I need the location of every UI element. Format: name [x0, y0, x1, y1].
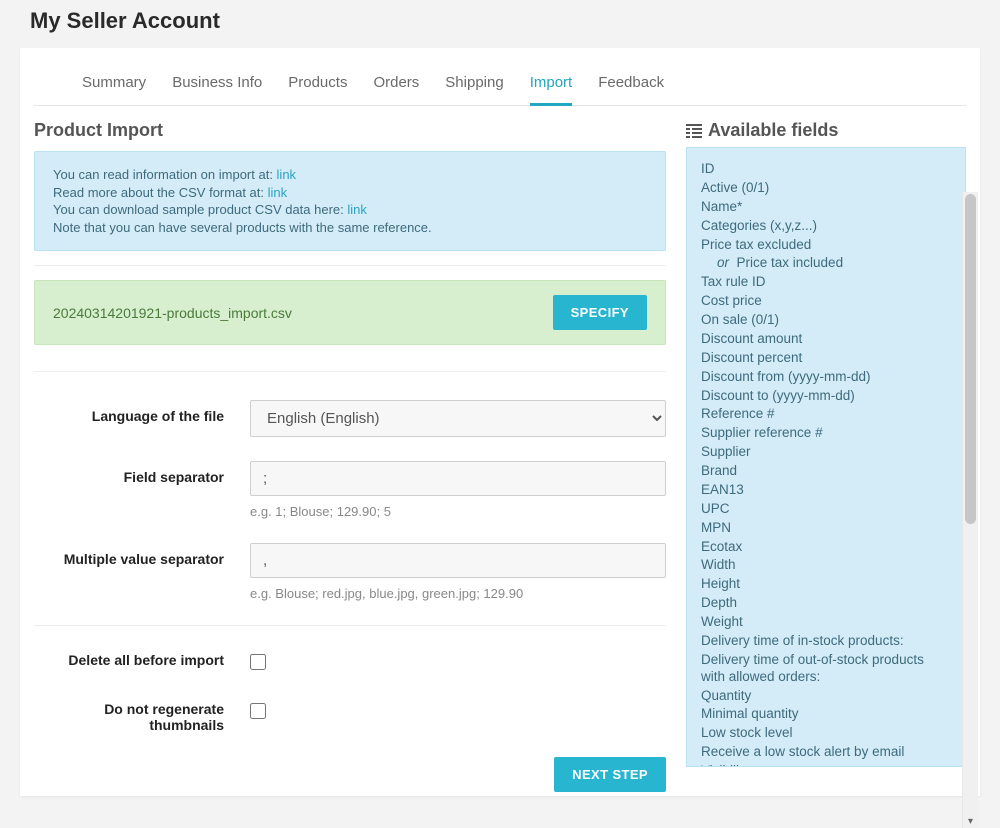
tab-shipping[interactable]: Shipping — [445, 74, 503, 105]
available-field-item: Weight — [701, 613, 951, 632]
available-field-item: Reference # — [701, 405, 951, 424]
tab-import[interactable]: Import — [530, 74, 573, 106]
info-line-1: You can read information on import at: — [53, 167, 277, 182]
available-field-item: UPC — [701, 500, 951, 519]
tab-products[interactable]: Products — [288, 74, 347, 105]
available-field-item: Visibility — [701, 762, 951, 767]
multi-separator-input[interactable] — [250, 543, 666, 578]
available-field-item: Low stock level — [701, 724, 951, 743]
multi-separator-hint: e.g. Blouse; red.jpg, blue.jpg, green.jp… — [250, 586, 666, 601]
available-field-item: Ecotax — [701, 538, 951, 557]
uploaded-file-row: 20240314201921-products_import.csv SPECI… — [34, 280, 666, 345]
language-label: Language of the file — [34, 400, 250, 424]
info-line-4: Note that you can have several products … — [53, 219, 647, 237]
available-field-item: Name* — [701, 198, 951, 217]
available-fields-box: IDActive (0/1)Name*Categories (x,y,z...)… — [686, 147, 966, 767]
list-icon — [686, 123, 702, 139]
available-field-item: Supplier reference # — [701, 424, 951, 443]
available-field-item: EAN13 — [701, 481, 951, 500]
scrollbar-thumb[interactable] — [965, 194, 976, 524]
info-line-3: You can download sample product CSV data… — [53, 202, 347, 217]
available-fields-title: Available fields — [686, 120, 966, 141]
available-field-item: Width — [701, 556, 951, 575]
field-separator-input[interactable] — [250, 461, 666, 496]
next-step-button[interactable]: NEXT STEP — [554, 757, 666, 792]
no-regen-checkbox[interactable] — [250, 703, 266, 719]
available-field-item: Discount from (yyyy-mm-dd) — [701, 368, 951, 387]
available-field-item: Discount percent — [701, 349, 951, 368]
delete-all-checkbox[interactable] — [250, 654, 266, 670]
tabs: Summary Business Info Products Orders Sh… — [34, 64, 966, 106]
available-field-item: Discount amount — [701, 330, 951, 349]
delete-all-label: Delete all before import — [34, 644, 250, 668]
available-field-item: Categories (x,y,z...) — [701, 217, 951, 236]
tab-orders[interactable]: Orders — [373, 74, 419, 105]
available-field-item: Delivery time of in-stock products: — [701, 632, 951, 651]
info-box: You can read information on import at: l… — [34, 151, 666, 251]
scroll-down-icon[interactable]: ▾ — [963, 814, 978, 828]
available-field-item: Minimal quantity — [701, 705, 951, 724]
import-card: Summary Business Info Products Orders Sh… — [20, 48, 980, 796]
available-field-item: Quantity — [701, 687, 951, 706]
scrollbar[interactable]: ▾ — [962, 192, 978, 828]
available-field-item: Tax rule ID — [701, 273, 951, 292]
info-link-3[interactable]: link — [347, 202, 367, 217]
divider — [34, 265, 666, 266]
available-field-item: Brand — [701, 462, 951, 481]
divider — [34, 371, 666, 372]
info-link-1[interactable]: link — [277, 167, 297, 182]
field-separator-hint: e.g. 1; Blouse; 129.90; 5 — [250, 504, 666, 519]
info-link-2[interactable]: link — [268, 185, 288, 200]
tab-feedback[interactable]: Feedback — [598, 74, 664, 105]
multi-separator-label: Multiple value separator — [34, 543, 250, 567]
available-field-item: Discount to (yyyy-mm-dd) — [701, 387, 951, 406]
tab-summary[interactable]: Summary — [82, 74, 146, 105]
available-field-item: Supplier — [701, 443, 951, 462]
divider — [34, 625, 666, 626]
uploaded-file-name: 20240314201921-products_import.csv — [53, 305, 292, 321]
language-select[interactable]: English (English) — [250, 400, 666, 437]
page-title: My Seller Account — [0, 0, 1000, 48]
available-field-item: On sale (0/1) — [701, 311, 951, 330]
available-field-item: Price tax excluded — [701, 236, 951, 255]
available-field-item: MPN — [701, 519, 951, 538]
no-regen-label: Do not regenerate thumbnails — [34, 693, 250, 733]
specify-button[interactable]: SPECIFY — [553, 295, 647, 330]
section-title: Product Import — [34, 120, 666, 141]
available-field-item: Depth — [701, 594, 951, 613]
field-separator-label: Field separator — [34, 461, 250, 485]
available-field-item: or Price tax included — [701, 254, 951, 273]
info-line-2: Read more about the CSV format at: — [53, 185, 268, 200]
available-field-item: Receive a low stock alert by email — [701, 743, 951, 762]
available-field-item: Active (0/1) — [701, 179, 951, 198]
available-field-item: Cost price — [701, 292, 951, 311]
available-field-item: ID — [701, 160, 951, 179]
tab-business-info[interactable]: Business Info — [172, 74, 262, 105]
available-field-item: Height — [701, 575, 951, 594]
available-field-item: Delivery time of out-of-stock products w… — [701, 651, 951, 687]
